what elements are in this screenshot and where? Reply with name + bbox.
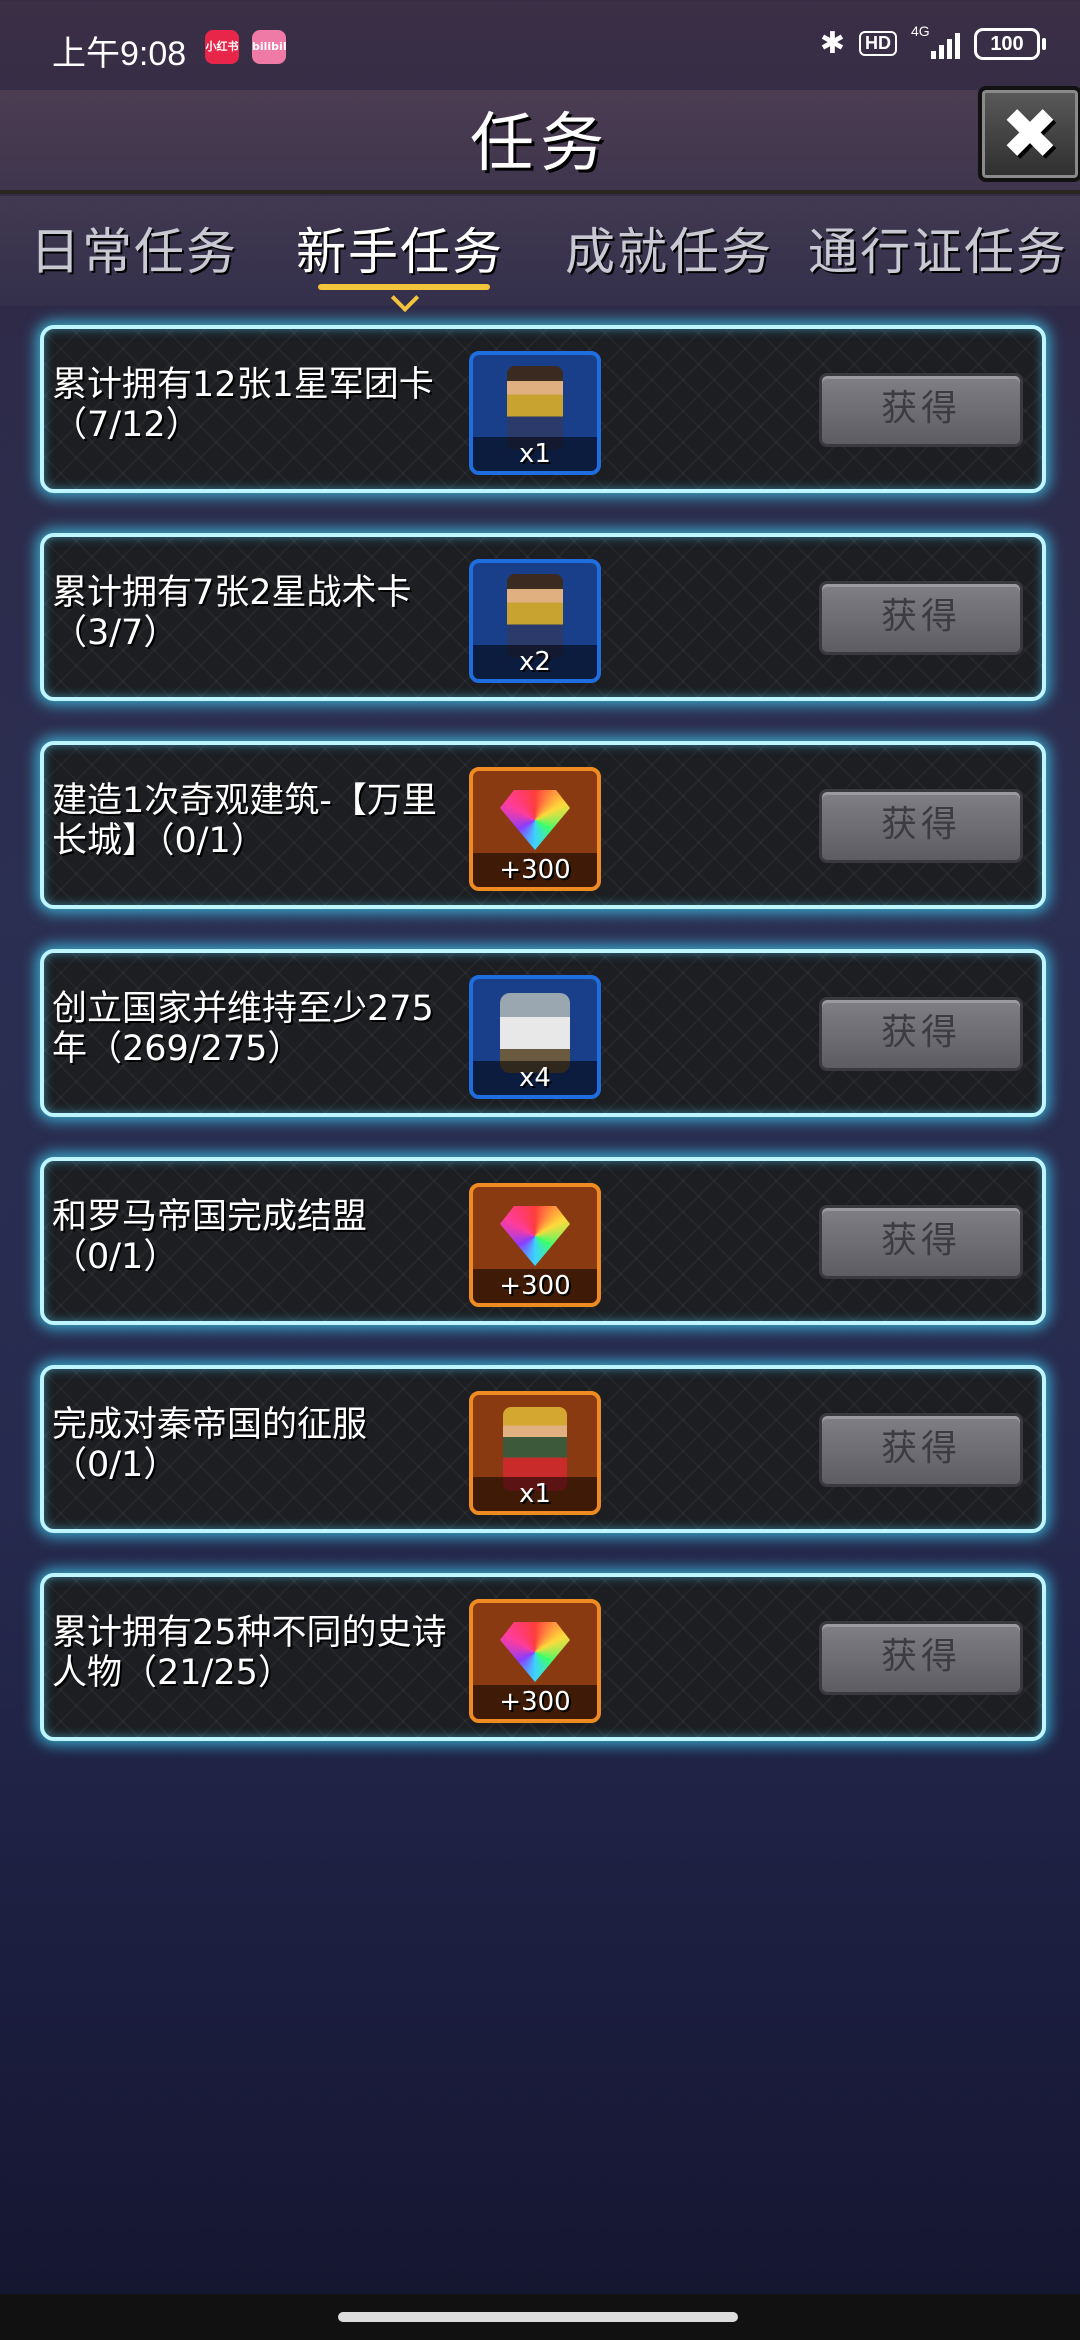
tab-newbie-tasks[interactable]: 新手任务 — [296, 212, 504, 284]
reward-item[interactable]: x4 — [469, 975, 601, 1099]
reward-amount: x1 — [519, 1479, 551, 1509]
task-card: 建造1次奇观建筑-【万里长城】（0/1） +300 获得 — [40, 741, 1046, 909]
close-button[interactable]: ✖ — [978, 86, 1080, 182]
reward-amount: x1 — [519, 439, 551, 469]
bilibili-app-icon: bilibili — [252, 30, 286, 64]
page-title: 任务 — [470, 107, 610, 181]
xiaohongshu-app-icon: 小红书 — [205, 30, 239, 64]
reward-item[interactable]: +300 — [469, 1599, 601, 1723]
task-card: 累计拥有12张1星军团卡（7/12） x1 获得 — [40, 325, 1046, 493]
reward-amount: +300 — [499, 855, 571, 885]
task-card: 完成对秦帝国的征服（0/1） x1 获得 — [40, 1365, 1046, 1533]
task-card: 创立国家并维持至少275年（269/275） x4 获得 — [40, 949, 1046, 1117]
task-description: 创立国家并维持至少275年（269/275） — [52, 989, 434, 1069]
task-description: 和罗马帝国完成结盟（0/1） — [52, 1197, 368, 1277]
tab-bar: 日常任务 新手任务 成就任务 通行证任务 — [0, 196, 1080, 313]
task-card: 累计拥有25种不同的史诗人物（21/25） +300 获得 — [40, 1573, 1046, 1741]
status-icons: ✱ HD 4G 100 — [819, 23, 1046, 61]
home-gesture-handle[interactable] — [338, 2312, 738, 2322]
task-description: 累计拥有7张2星战术卡（3/7） — [52, 573, 412, 653]
task-description: 累计拥有25种不同的史诗人物（21/25） — [52, 1613, 447, 1693]
reward-item[interactable]: +300 — [469, 767, 601, 891]
network-type-label: 4G — [911, 22, 930, 39]
reward-item[interactable]: +300 — [469, 1183, 601, 1307]
task-description: 建造1次奇观建筑-【万里长城】（0/1） — [52, 781, 437, 861]
task-description: 累计拥有12张1星军团卡（7/12） — [52, 365, 434, 445]
close-icon: ✖ — [1000, 93, 1060, 175]
status-bar: 上午9:08 小红书 bilibili ✱ HD 4G 100 — [0, 0, 1080, 90]
reward-amount: x2 — [519, 647, 551, 677]
hd-icon: HD — [859, 31, 897, 56]
claim-button[interactable]: 获得 — [819, 997, 1023, 1071]
reward-item[interactable]: x1 — [469, 351, 601, 475]
tab-pass-tasks[interactable]: 通行证任务 — [808, 212, 1068, 284]
tab-achievement-tasks[interactable]: 成就任务 — [565, 212, 773, 284]
task-description: 完成对秦帝国的征服（0/1） — [52, 1405, 368, 1485]
claim-button[interactable]: 获得 — [819, 1413, 1023, 1487]
reward-amount: +300 — [499, 1271, 571, 1301]
reward-amount: +300 — [499, 1687, 571, 1717]
task-card: 累计拥有7张2星战术卡（3/7） x2 获得 — [40, 533, 1046, 701]
task-card: 和罗马帝国完成结盟（0/1） +300 获得 — [40, 1157, 1046, 1325]
bluetooth-icon: ✱ — [819, 27, 845, 60]
reward-amount: x4 — [519, 1063, 551, 1093]
tab-daily-tasks[interactable]: 日常任务 — [30, 212, 238, 284]
claim-button[interactable]: 获得 — [819, 373, 1023, 447]
claim-button[interactable]: 获得 — [819, 581, 1023, 655]
reward-item[interactable]: x2 — [469, 559, 601, 683]
reward-item[interactable]: x1 — [469, 1391, 601, 1515]
status-time: 上午9:08 — [52, 35, 187, 73]
claim-button[interactable]: 获得 — [819, 789, 1023, 863]
claim-button[interactable]: 获得 — [819, 1205, 1023, 1279]
claim-button[interactable]: 获得 — [819, 1621, 1023, 1695]
battery-icon: 100 — [974, 27, 1046, 60]
signal-4g-icon: 4G — [911, 23, 960, 59]
